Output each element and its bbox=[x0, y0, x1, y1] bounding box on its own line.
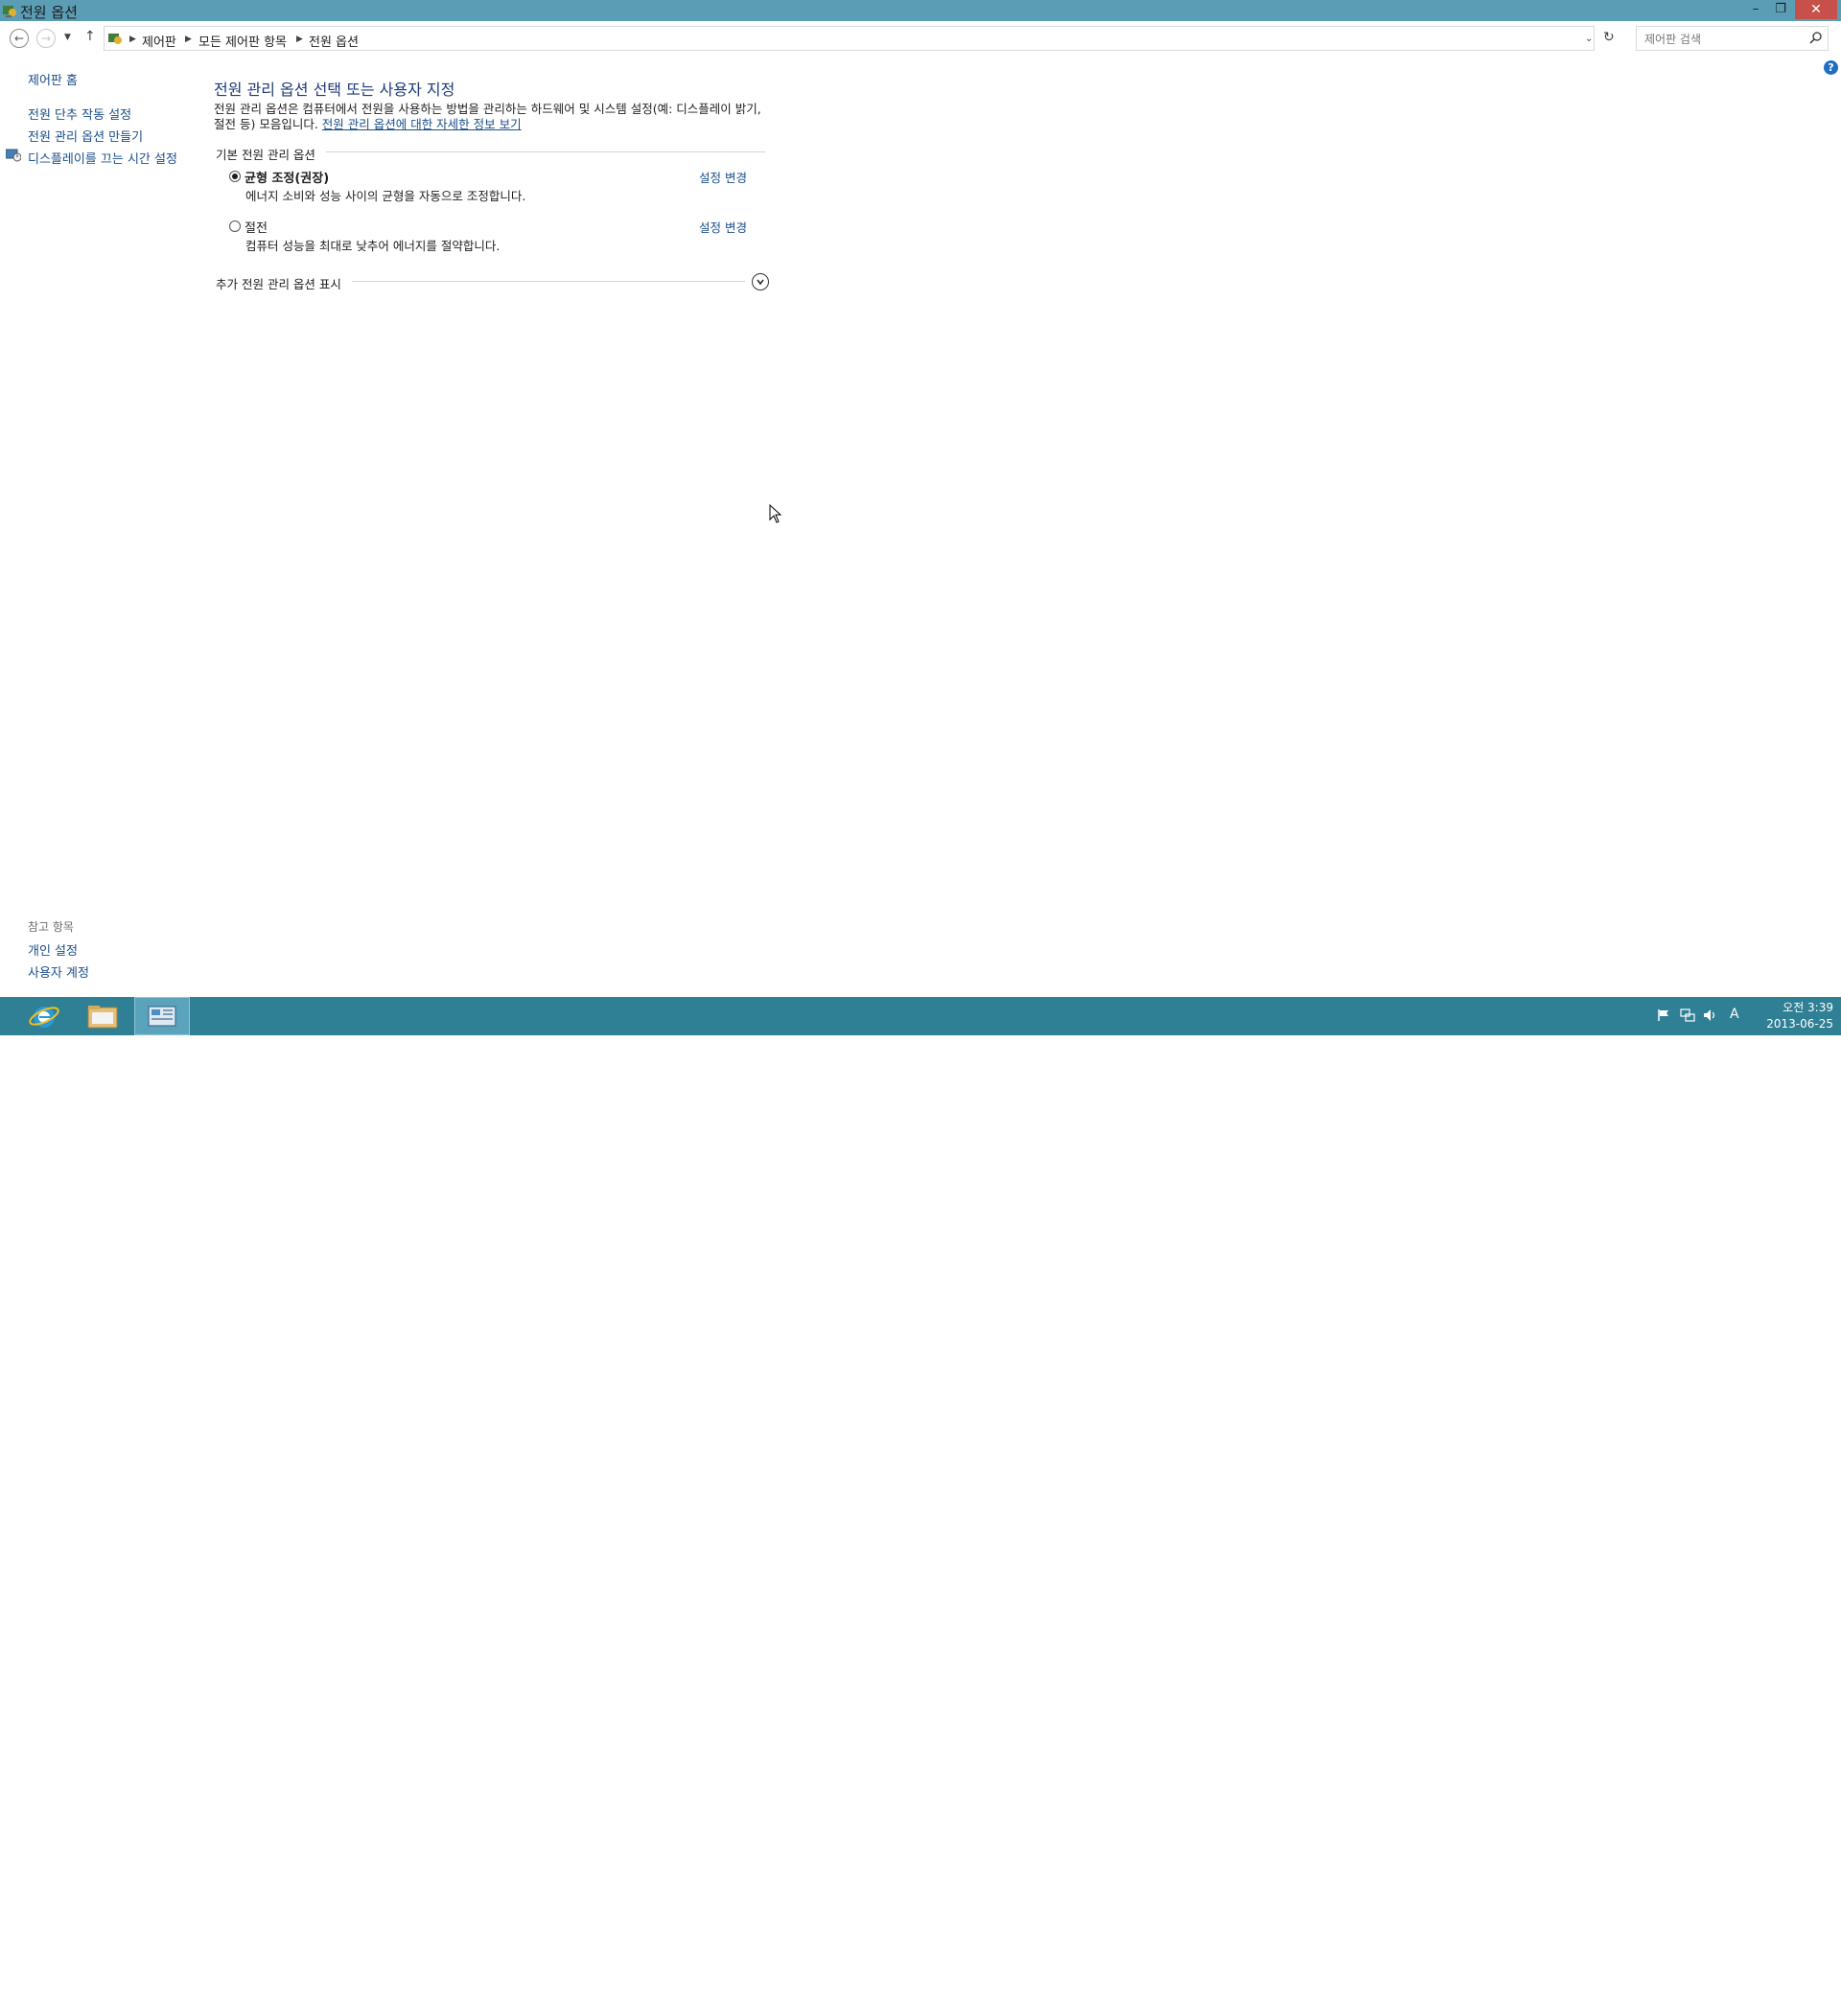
taskbar-control-panel[interactable] bbox=[134, 997, 190, 1035]
window-title: 전원 옵션 bbox=[20, 4, 78, 21]
chevron-down-icon bbox=[757, 279, 764, 286]
back-icon: ← bbox=[13, 32, 25, 45]
sidebar-item-create-plan[interactable]: 전원 관리 옵션 만들기 bbox=[28, 127, 143, 145]
flag-icon[interactable] bbox=[1657, 1008, 1670, 1022]
page-description: 전원 관리 옵션은 컴퓨터에서 전원을 사용하는 방법을 관리하는 하드웨어 및… bbox=[214, 102, 770, 132]
display-timer-icon bbox=[6, 149, 21, 162]
balanced-radio[interactable] bbox=[229, 171, 241, 182]
control-panel-task-icon bbox=[148, 1006, 176, 1027]
recent-icon[interactable]: ▼ bbox=[64, 33, 71, 42]
breadcrumb-power-options[interactable]: 전원 옵션 bbox=[309, 32, 359, 50]
sidebar-item-user-accounts[interactable]: 사용자 계정 bbox=[28, 962, 89, 981]
taskbar-ie[interactable] bbox=[15, 997, 71, 1035]
explorer-icon bbox=[87, 1006, 118, 1029]
mouse-cursor-icon bbox=[769, 504, 782, 523]
search-icon[interactable] bbox=[1809, 31, 1823, 44]
chevron-down-icon[interactable]: ⌄ bbox=[1585, 34, 1593, 44]
watermark: The Collection Book bbox=[1601, 1996, 1773, 2016]
see-also-heading: 참고 항목 bbox=[28, 920, 74, 934]
clock-time: 오전 3:39 bbox=[1783, 1001, 1833, 1014]
group-divider bbox=[326, 151, 765, 152]
ie-icon bbox=[29, 1007, 59, 1028]
breadcrumb-separator[interactable]: ▶ bbox=[185, 35, 192, 44]
sidebar-item-home[interactable]: 제어판 홈 bbox=[28, 70, 78, 88]
network-icon[interactable] bbox=[1680, 1008, 1695, 1022]
page-title: 전원 관리 옵션 선택 또는 사용자 지정 bbox=[214, 81, 455, 99]
title-bar: 전원 옵션 – ❐ ✕ bbox=[0, 0, 1841, 21]
input-language[interactable]: A bbox=[1730, 1007, 1739, 1022]
group-label: 기본 전원 관리 옵션 bbox=[216, 148, 315, 162]
close-button[interactable]: ✕ bbox=[1795, 0, 1837, 19]
control-panel-icon bbox=[108, 34, 122, 44]
control-panel-icon bbox=[3, 6, 16, 17]
taskbar: The Collection Book A 오전 3:39 2013-06-25 bbox=[0, 997, 1841, 2016]
minimize-button[interactable]: – bbox=[1743, 0, 1768, 19]
show-more-plans-label[interactable]: 추가 전원 관리 옵션 표시 bbox=[216, 274, 341, 292]
refresh-icon[interactable]: ↻ bbox=[1603, 30, 1615, 45]
clock[interactable]: 오전 3:39 2013-06-25 bbox=[1747, 1000, 1833, 1032]
change-settings-power-saver[interactable]: 설정 변경 bbox=[699, 218, 747, 236]
more-divider bbox=[352, 281, 745, 282]
breadcrumb-all-items[interactable]: 모든 제어판 항목 bbox=[198, 32, 287, 50]
sidebar-item-display-off[interactable]: 디스플레이를 끄는 시간 설정 bbox=[28, 149, 177, 167]
change-settings-balanced[interactable]: 설정 변경 bbox=[699, 168, 747, 186]
volume-icon[interactable] bbox=[1703, 1008, 1718, 1022]
breadcrumb-separator[interactable]: ▶ bbox=[129, 35, 136, 44]
clock-date: 2013-06-25 bbox=[1766, 1017, 1833, 1031]
address-bar: ← → ▼ ↑ ▶ 제어판 ▶ 모든 제어판 항목 ▶ 전원 옵션 ⌄ ↻ bbox=[0, 21, 1841, 56]
power-saver-radio[interactable] bbox=[229, 220, 241, 232]
forward-button[interactable]: → bbox=[36, 29, 56, 48]
search-box bbox=[1636, 26, 1829, 51]
plan-name-balanced[interactable]: 균형 조정(권장) bbox=[245, 168, 329, 186]
help-icon[interactable]: ? bbox=[1824, 60, 1838, 75]
breadcrumb-separator[interactable]: ▶ bbox=[296, 35, 303, 44]
plan-desc-balanced: 에너지 소비와 성능 사이의 균형을 자동으로 조정합니다. bbox=[245, 189, 526, 203]
plan-desc-power-saver: 컴퓨터 성능을 최대로 낮추어 에너지를 절약합니다. bbox=[245, 239, 501, 253]
breadcrumb[interactable]: ▶ 제어판 ▶ 모든 제어판 항목 ▶ 전원 옵션 ⌄ bbox=[104, 26, 1595, 51]
restore-button[interactable]: ❐ bbox=[1768, 0, 1793, 19]
search-input[interactable] bbox=[1643, 28, 1809, 51]
up-icon[interactable]: ↑ bbox=[84, 29, 96, 44]
expand-button[interactable] bbox=[752, 273, 769, 290]
breadcrumb-control-panel[interactable]: 제어판 bbox=[142, 32, 176, 50]
back-button[interactable]: ← bbox=[10, 29, 29, 48]
taskbar-explorer[interactable] bbox=[75, 997, 130, 1035]
forward-icon: → bbox=[40, 32, 52, 45]
plan-name-power-saver[interactable]: 절전 bbox=[245, 218, 268, 236]
sidebar-item-power-button[interactable]: 전원 단추 작동 설정 bbox=[28, 104, 131, 123]
more-info-link[interactable]: 전원 관리 옵션에 대한 자세한 정보 보기 bbox=[322, 117, 522, 131]
sidebar-item-personalization[interactable]: 개인 설정 bbox=[28, 940, 78, 959]
